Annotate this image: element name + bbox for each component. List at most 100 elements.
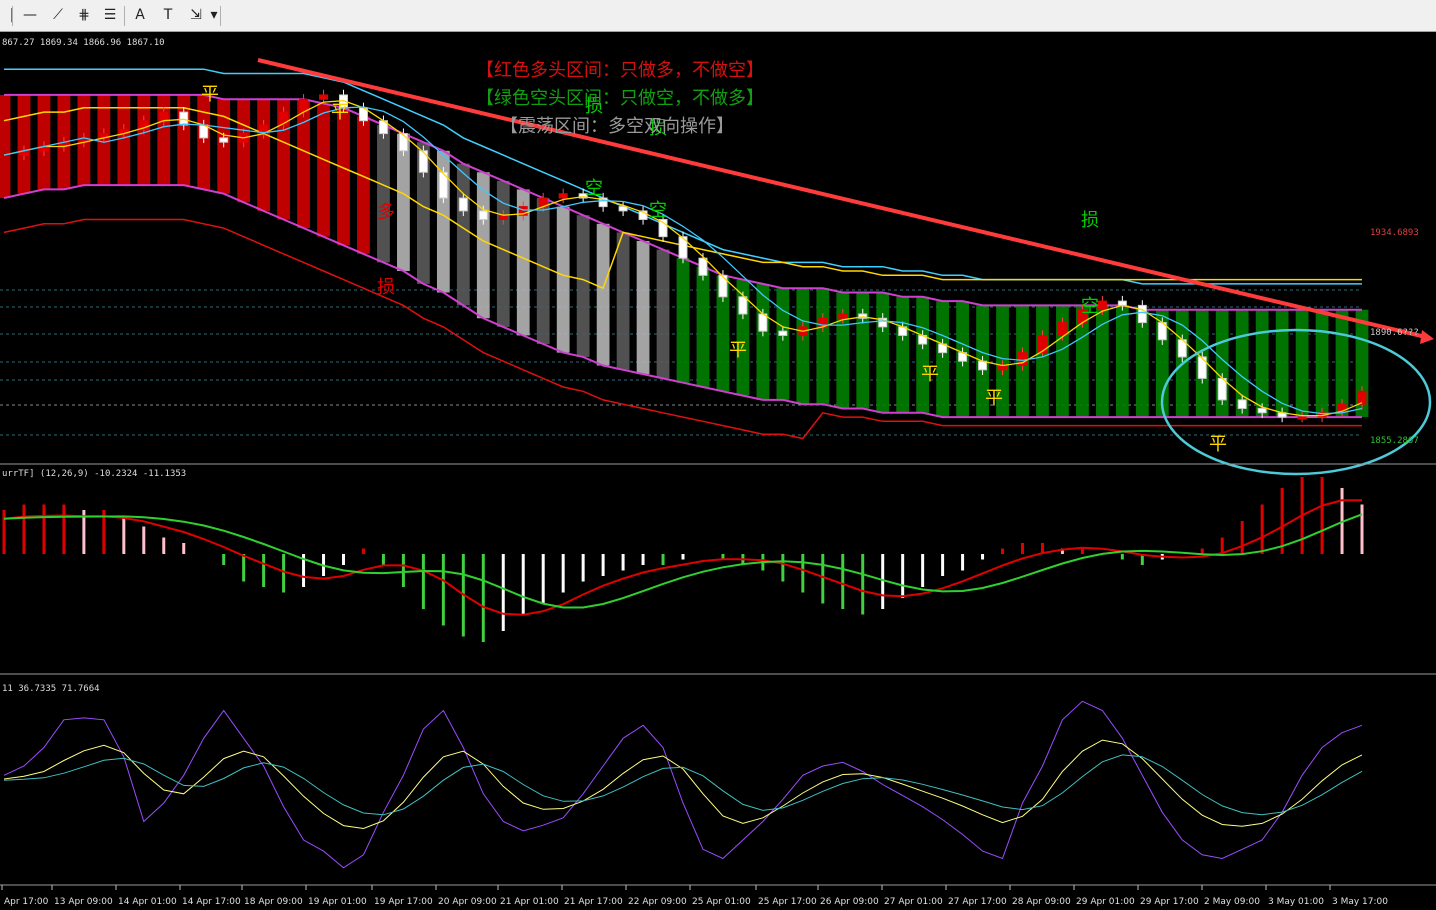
candle-body — [1097, 300, 1107, 311]
channel-icon: ⋕ — [78, 7, 90, 23]
candle-body — [478, 210, 488, 220]
toolbar-separator — [124, 6, 125, 26]
signal-annotation: 损 — [1081, 210, 1099, 231]
dropdown-button[interactable]: ▾ — [204, 5, 224, 25]
band-column — [257, 99, 271, 211]
x-tick-label: 26 Apr 09:00 — [820, 897, 879, 907]
band-column — [317, 103, 330, 237]
shapes-button[interactable]: ⇲ — [186, 5, 206, 25]
x-tick-label: 21 Apr 01:00 — [500, 897, 559, 907]
candle-body — [1057, 322, 1067, 336]
candle-body — [738, 296, 748, 315]
x-tick-label: 28 Apr 09:00 — [1012, 897, 1071, 907]
band-column — [377, 125, 390, 263]
candle-body — [998, 365, 1008, 371]
stochastic-header: 11 36.7335 71.7664 — [2, 684, 100, 694]
macd-header: urrTF] (12,26,9) -10.2324 -11.1353 — [2, 469, 186, 479]
channel-button[interactable]: ⋕ — [74, 5, 94, 25]
candle-body — [418, 150, 428, 173]
band-column — [556, 206, 570, 353]
candle-body — [319, 94, 329, 100]
band-column — [1115, 305, 1129, 418]
signal-annotation: 平 — [729, 340, 747, 361]
band-column — [596, 223, 610, 366]
band-column — [756, 283, 770, 400]
band-column — [896, 296, 910, 413]
legend-red-range: 【红色多头区间：只做多，不做空】 — [476, 60, 764, 81]
band-column — [297, 99, 310, 229]
signal-annotation: 平 — [1209, 434, 1227, 455]
x-tick-label: Apr 17:00 — [4, 897, 49, 907]
candle-body — [1257, 407, 1267, 414]
x-tick-label: 29 Apr 01:00 — [1076, 897, 1135, 907]
band-column — [1295, 309, 1309, 418]
candle-body — [1297, 416, 1307, 420]
fibo-button[interactable]: ☰ — [100, 5, 120, 25]
candle-body — [219, 137, 229, 143]
x-tick-label: 19 Apr 17:00 — [374, 897, 433, 907]
candle-body — [1037, 334, 1047, 354]
hline-button[interactable]: — — [20, 5, 40, 25]
band-column — [1255, 309, 1269, 418]
x-tick-label: 14 Apr 01:00 — [118, 897, 177, 907]
x-tick-label: 13 Apr 09:00 — [54, 897, 113, 907]
chart-area: 平平多损损损空空平平平损空平 Apr 17:00 13 Apr 09:00 14 A… — [0, 32, 1436, 910]
candle-body — [1237, 399, 1247, 409]
band-column — [676, 258, 690, 383]
x-tick-label: 21 Apr 17:00 — [564, 897, 623, 907]
chevron-down-icon: ▾ — [210, 7, 218, 23]
band-column — [656, 249, 670, 379]
trendline-button[interactable]: ⟋ — [48, 5, 68, 25]
band-column — [616, 232, 630, 370]
x-tick-label: 2 May 09:00 — [1204, 897, 1260, 907]
legend-gray-range: 【震荡区间：多空双向操作】 — [500, 116, 734, 137]
x-tick-label: 14 Apr 17:00 — [182, 897, 241, 907]
label-button[interactable]: T — [158, 5, 178, 25]
band-column — [536, 198, 550, 345]
candle-body — [1357, 390, 1367, 405]
x-tick-label: 18 Apr 09:00 — [244, 897, 303, 907]
signal-annotation: 平 — [985, 388, 1003, 409]
candle-body — [179, 111, 189, 126]
band-column — [576, 215, 590, 357]
band-column — [816, 288, 830, 405]
band-column — [476, 172, 490, 319]
candle-body — [458, 197, 468, 212]
band-column — [796, 288, 810, 405]
candle-body — [558, 193, 568, 199]
x-tick-label: 3 May 17:00 — [1332, 897, 1388, 907]
x-tick-label: 27 Apr 01:00 — [884, 897, 943, 907]
candle-body — [1137, 304, 1147, 324]
x-tick-label: 25 Apr 01:00 — [692, 897, 751, 907]
x-tick-label: 22 Apr 09:00 — [628, 897, 687, 907]
signal-annotation: 平 — [201, 84, 219, 105]
toolbar: |—⟋⋕☰AT⇲▾ — [0, 0, 1436, 32]
candle-body — [978, 360, 988, 371]
x-tick-label: 25 Apr 17:00 — [758, 897, 817, 907]
signal-annotation: 平 — [331, 102, 349, 123]
ohlc-readout: 867.27 1869.34 1866.96 1867.10 — [2, 38, 165, 48]
x-tick-label: 19 Apr 01:00 — [308, 897, 367, 907]
legend-green-range: 【绿色空头区间：只做空，不做多】 — [476, 88, 764, 109]
text-button[interactable]: A — [130, 5, 150, 25]
band-column — [337, 107, 350, 246]
signal-annotation: 平 — [921, 364, 939, 385]
band-column — [776, 288, 790, 400]
candle-body — [778, 330, 788, 336]
signal-annotation: 空 — [585, 178, 603, 199]
text-label-icon: T — [163, 7, 173, 23]
candle-body — [1197, 356, 1207, 379]
candle-body — [718, 274, 728, 298]
price-label-bottom: 1855.2867 — [1370, 436, 1419, 446]
signal-annotation: 空 — [1081, 296, 1099, 317]
x-tick-label: 27 Apr 17:00 — [948, 897, 1007, 907]
candle-body — [838, 313, 848, 319]
signal-annotation: 多 — [377, 202, 395, 223]
x-tick-label: 3 May 01:00 — [1268, 897, 1324, 907]
candle-body — [398, 133, 408, 152]
fibonacci-icon: ☰ — [103, 7, 117, 23]
toolbar-separator — [12, 6, 13, 26]
band-column — [876, 292, 890, 413]
signal-annotation: 空 — [649, 200, 667, 221]
shapes-icon: ⇲ — [190, 7, 202, 23]
